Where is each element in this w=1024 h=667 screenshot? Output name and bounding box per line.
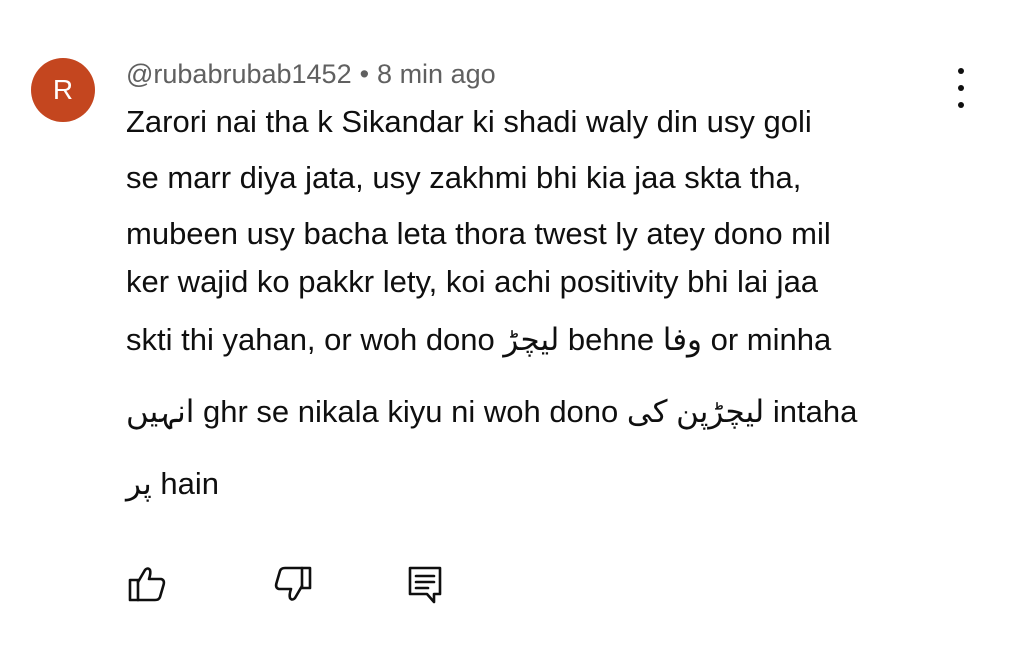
comment-line: se marr diya jata, usy zakhmi bhi kia ja… <box>126 160 802 195</box>
more-options-icon[interactable] <box>944 68 978 108</box>
thumbs-up-icon[interactable] <box>126 563 168 605</box>
comment-line: ker wajid ko pakkr lety, koi achi positi… <box>126 264 819 299</box>
comment-line: انہیں ghr se nikala kiyu ni woh dono لیچ… <box>126 394 858 429</box>
comment-header: @rubabrubab1452 • 8 min ago <box>126 59 496 90</box>
reply-icon[interactable] <box>404 563 446 605</box>
comment-line: Zarori nai tha k Sikandar ki shadi waly … <box>126 104 812 139</box>
more-dot <box>958 68 964 74</box>
more-dot <box>958 85 964 91</box>
comment-line: پر hain <box>126 466 219 501</box>
avatar[interactable]: R <box>31 58 95 122</box>
avatar-letter: R <box>52 74 74 105</box>
thumbs-down-icon[interactable] <box>272 563 314 605</box>
comment-line: skti thi yahan, or woh dono لیچڑ behne و… <box>126 322 832 357</box>
separator-dot: • <box>359 59 370 89</box>
more-dot <box>958 102 964 108</box>
comment-line: mubeen usy bacha leta thora twest ly ate… <box>126 216 831 251</box>
username[interactable]: @rubabrubab1452 <box>126 59 352 89</box>
timestamp: 8 min ago <box>377 59 496 89</box>
comment-actions <box>126 563 456 607</box>
